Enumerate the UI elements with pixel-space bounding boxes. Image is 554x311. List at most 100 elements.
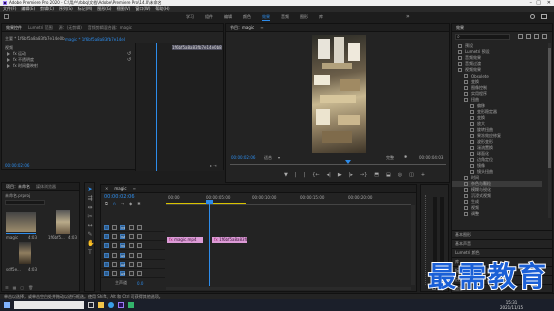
track-sync-icon[interactable] [129,225,134,230]
timeline-vscrollbar[interactable] [411,205,415,285]
32bit-icon[interactable] [534,34,539,39]
track-label-v1[interactable]: V1 [120,243,125,248]
tab-audio-mixer[interactable]: 音频剪辑混合器：magic [88,25,132,31]
playhead-handle[interactable] [206,200,213,204]
extract-icon[interactable]: ⬓ [386,172,391,178]
track-sync-icon[interactable] [129,243,134,248]
track-mute-icon[interactable] [129,253,134,258]
tab-project[interactable]: 项目：未命名 [6,184,30,190]
workspace-audio[interactable]: 音频 [281,14,289,21]
track-lock-icon[interactable] [112,225,117,230]
windows-start-icon[interactable] [4,302,10,308]
nest-icon[interactable]: ⧉ [105,201,108,206]
track-solo-icon[interactable] [137,262,142,267]
share-icon[interactable] [541,14,547,19]
master-clip-label[interactable]: 主要 * 1f6bf5a8a83fb7e14e0b... [5,36,65,42]
timeline-settings-icon[interactable]: ✱ [137,201,140,206]
pen-tool-icon[interactable]: ✎ [87,232,93,238]
footer-basic-graphics[interactable]: 基本图形 [452,230,552,238]
tab-sequence[interactable]: magic [114,186,126,191]
step-back-icon[interactable]: {← [312,172,319,178]
add-marker-icon[interactable]: ◆ [129,201,132,206]
workspace-libraries[interactable]: 库 [319,14,323,21]
home-icon[interactable] [4,14,9,19]
track-eye-icon[interactable] [137,234,142,239]
track-solo-icon[interactable] [137,253,142,258]
workspace-graphics[interactable]: 图形 [300,14,308,21]
close-tab-icon[interactable]: ✕ [105,186,108,191]
step-forward-icon[interactable]: →} [360,172,367,178]
track-lock-icon[interactable] [112,234,117,239]
effect-time-remap[interactable]: fx 时间重映射 [2,62,223,70]
track-target-toggle[interactable] [104,253,109,258]
video-clip[interactable]: fx magic.mp4 [167,237,203,243]
effect-controls-timecode[interactable]: 00:00:02:06 [5,163,29,168]
taskbar-search-input[interactable] [14,301,84,309]
track-target-toggle[interactable] [104,271,109,276]
next-frame-icon[interactable]: |▸ [349,172,353,178]
tab-program[interactable]: 节目：magic [230,25,254,31]
footer-essential-sound[interactable]: 基本声音 [452,239,552,247]
yuv-icon[interactable] [542,34,547,39]
track-target-toggle[interactable] [104,234,109,239]
task-view-icon[interactable] [88,302,94,308]
footer-lumetri[interactable]: Lumetri 颜色 [452,248,552,256]
track-lock-icon[interactable] [112,271,117,276]
project-search-input[interactable] [5,200,45,205]
timeline-timecode[interactable]: 00:00:02:06 [104,194,135,200]
list-view-icon[interactable]: ☰ [5,285,9,290]
razor-tool-icon[interactable]: ✂ [87,214,93,220]
clip-thumbnail[interactable] [56,210,70,234]
selection-tool-icon[interactable]: ➤ [87,187,93,193]
track-lock-icon[interactable] [112,253,117,258]
fit-dropdown-chevron-icon[interactable]: ▾ [278,155,280,160]
effects-scroll-thumb[interactable] [548,48,551,168]
search-icon[interactable] [530,14,535,19]
effects-tree-item[interactable]: 调整 [452,211,542,217]
program-playhead[interactable] [345,160,351,164]
app-taskbar-icon[interactable] [128,302,134,308]
lift-icon[interactable]: ⬒ [374,172,379,178]
new-bin-icon[interactable] [518,34,523,39]
effects-search-input[interactable] [455,34,510,40]
tab-lumetri-scopes[interactable]: Lumetri 范围 [28,25,53,31]
workspace-assembly[interactable]: 组件 [205,14,213,21]
menu-icon[interactable]: ≡ [133,186,136,191]
export-frame-icon[interactable]: ◎ [398,172,402,178]
linked-select-icon[interactable]: ⊸ [121,201,124,206]
track-eye-icon[interactable] [137,225,142,230]
track-target-toggle[interactable] [104,262,109,267]
sequence-clip-label[interactable]: magic * 1f6bf5a8a83fb7e14e0b... [65,37,125,42]
explorer-icon[interactable] [98,302,104,308]
master-volume-value[interactable]: 0.0 [137,281,143,286]
tab-media-browser[interactable]: 媒体浏览器 [36,184,56,190]
premiere-taskbar-icon[interactable] [118,302,124,308]
timeline-hscrollbar[interactable] [166,287,411,290]
wrench-icon[interactable]: ✱ [404,154,407,159]
go-to-in-icon[interactable]: | [304,172,306,178]
track-solo-icon[interactable] [137,271,142,276]
workspace-color[interactable]: 颜色 [243,14,251,21]
mark-in-icon[interactable]: ▼ [284,172,288,178]
timeline-playhead[interactable] [209,202,210,286]
compare-icon[interactable]: ◫ [409,172,414,178]
icon-view-icon[interactable]: ▦ [13,285,17,290]
track-label-a1[interactable]: A1 [120,253,125,258]
track-target-toggle[interactable] [104,225,109,230]
menu-icon[interactable]: ≡ [260,25,263,30]
track-mute-icon[interactable] [129,262,134,267]
workspace-effects[interactable]: 效果 [262,14,270,21]
add-button-icon[interactable]: + [421,172,425,178]
slip-tool-icon[interactable]: ↔ [87,223,93,229]
workspace-learn[interactable]: 学习 [186,14,194,21]
ripple-edit-tool-icon[interactable]: ⇹ [87,205,93,211]
prev-frame-icon[interactable]: ◂| [327,172,331,178]
browser-icon[interactable] [108,302,114,308]
clip-thumbnail[interactable] [19,242,31,264]
workspace-editing[interactable]: 编辑 [224,14,232,21]
new-item-icon[interactable]: ▢ [20,285,24,290]
track-label-a2[interactable]: A2 [120,262,125,267]
tab-source[interactable]: 源：(无剪辑) [59,25,82,31]
mark-out-icon[interactable]: | [295,172,297,178]
snap-icon[interactable]: ∩ [113,201,116,206]
